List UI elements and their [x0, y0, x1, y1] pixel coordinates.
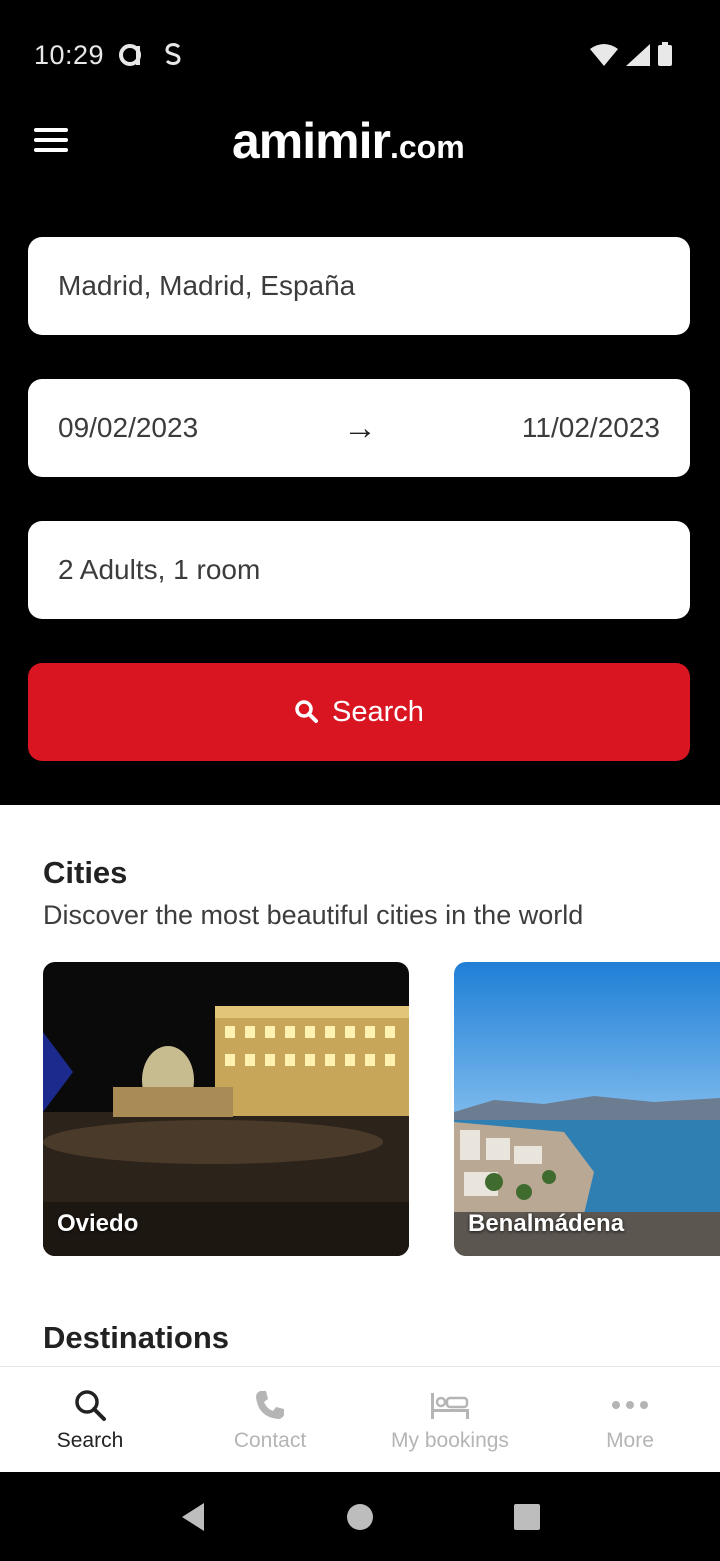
cities-title: Cities	[43, 855, 128, 890]
nav-label: More	[606, 1429, 654, 1452]
city-label: Benalmádena	[468, 1210, 625, 1237]
search-icon	[75, 1390, 106, 1421]
nav-my-bookings[interactable]: My bookings	[360, 1367, 540, 1473]
signal-icon	[626, 44, 650, 66]
destination-value: Madrid, Madrid, España	[58, 270, 356, 301]
nav-contact[interactable]: Contact	[180, 1367, 360, 1473]
search-button[interactable]: Search	[28, 663, 690, 761]
destinations-title: Destinations	[43, 1320, 230, 1355]
nav-label: Search	[56, 1429, 124, 1452]
more-icon	[612, 1401, 648, 1409]
sync-notification-icon	[165, 43, 181, 65]
status-time: 10:29	[34, 40, 105, 70]
nav-label: Contact	[233, 1429, 307, 1452]
system-navigation-bar	[0, 1472, 720, 1561]
city-card-benalmadena[interactable]: Benalmádena	[454, 962, 720, 1256]
nav-search[interactable]: Search	[0, 1367, 180, 1473]
destination-field[interactable]: Madrid, Madrid, España	[28, 237, 690, 335]
guests-value: 2 Adults, 1 room	[58, 554, 261, 585]
header-area: 10:29 amimir.com Madrid, Madrid, España …	[0, 0, 720, 805]
guests-field[interactable]: 2 Adults, 1 room	[28, 521, 690, 619]
arrow-right-icon: →	[343, 408, 378, 447]
wifi-icon	[590, 44, 618, 66]
battery-icon	[658, 42, 672, 66]
dates-field[interactable]: 09/02/2023 → 11/02/2023	[28, 379, 690, 477]
check-in-date[interactable]: 09/02/2023	[58, 412, 198, 444]
recents-icon[interactable]	[512, 1502, 542, 1532]
status-bar: 10:29	[0, 0, 720, 110]
app-notification-icon	[119, 44, 141, 66]
check-out-date[interactable]: 11/02/2023	[522, 412, 660, 444]
app-logo: amimir.com	[232, 113, 465, 169]
search-icon	[295, 700, 319, 723]
nav-label: My bookings	[391, 1429, 509, 1452]
search-button-label: Search	[332, 695, 424, 728]
phone-icon	[256, 1391, 284, 1419]
bottom-navigation: Search Contact My bookings More	[0, 1366, 720, 1473]
home-icon[interactable]	[345, 1502, 375, 1532]
city-card-oviedo[interactable]: Oviedo	[43, 962, 409, 1256]
city-label: Oviedo	[57, 1210, 139, 1237]
cities-subtitle: Discover the most beautiful cities in th…	[43, 900, 584, 930]
back-icon[interactable]	[178, 1501, 208, 1533]
bed-icon	[431, 1393, 469, 1419]
nav-more[interactable]: More	[540, 1367, 720, 1473]
menu-icon[interactable]	[32, 124, 72, 156]
